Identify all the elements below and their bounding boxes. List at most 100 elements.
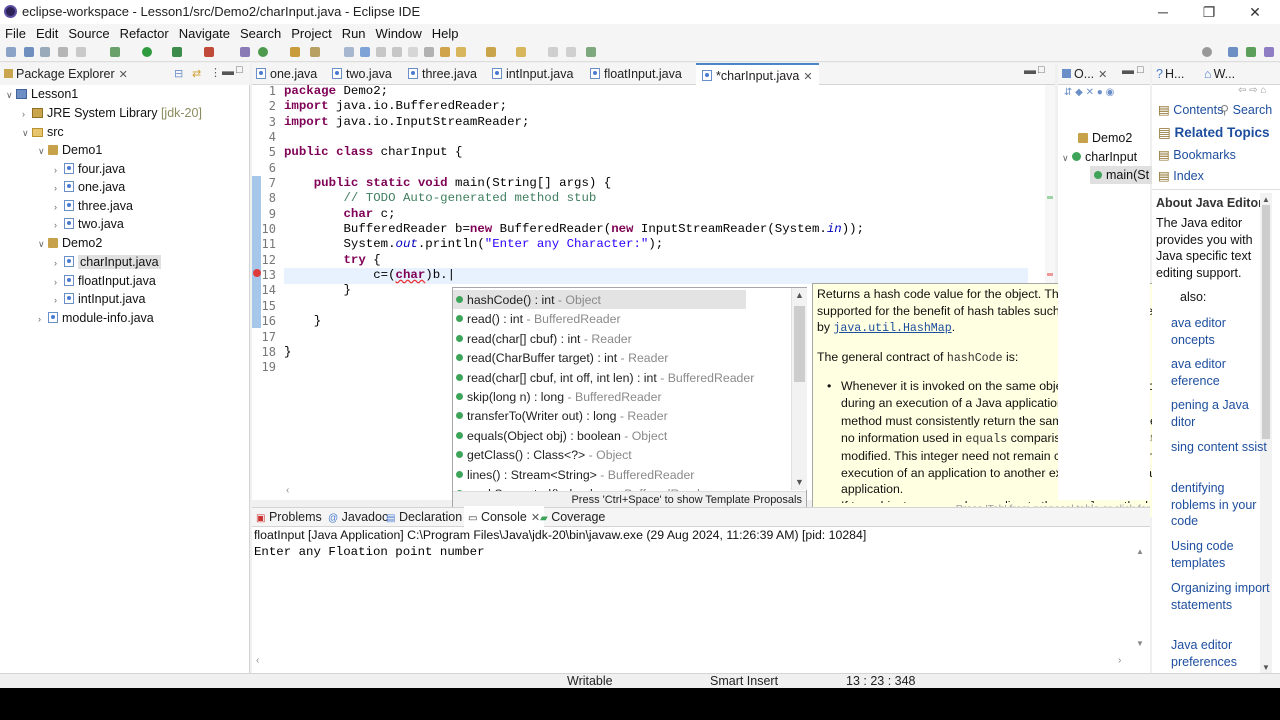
outline-toolbar-icons[interactable]: ⇵ ◆ ✕ ● ◉: [1064, 87, 1114, 98]
terminal-icon[interactable]: [76, 47, 86, 57]
menu-help[interactable]: Help: [427, 24, 464, 41]
tree-item-src[interactable]: ∨ src: [22, 123, 64, 141]
editor-hscroll[interactable]: ‹: [252, 485, 452, 498]
tab-javadoc[interactable]: @ Javadoc: [328, 506, 388, 528]
minimize-button[interactable]: ─: [1140, 0, 1186, 24]
open-type-icon[interactable]: [290, 47, 300, 57]
menu-edit[interactable]: Edit: [31, 24, 63, 41]
proposal-item[interactable]: lines() : Stream<String> - BufferedReade…: [456, 466, 694, 485]
menu-refactor[interactable]: Refactor: [115, 24, 174, 41]
help-search-link[interactable]: ⚲ Search: [1220, 102, 1272, 117]
tab-two-java[interactable]: two.java: [332, 63, 392, 85]
tree-item-lesson1[interactable]: ∨ Lesson1: [6, 85, 78, 103]
back-icon[interactable]: [486, 47, 496, 57]
mark-occurrences-icon[interactable]: [344, 47, 354, 57]
proposal-item[interactable]: read(char[] cbuf) : int - Reader: [456, 330, 632, 349]
menu-window[interactable]: Window: [371, 24, 427, 41]
tab-one-java[interactable]: one.java: [256, 63, 317, 85]
coverage-icon[interactable]: [172, 47, 182, 57]
next-annotation-icon[interactable]: [424, 47, 434, 57]
tree-item-two-java[interactable]: › two.java: [54, 215, 124, 233]
help-link-editor-reference[interactable]: ava editor eference: [1171, 356, 1271, 389]
tab-welcome[interactable]: ⌂ W...: [1204, 63, 1235, 85]
block-selection-icon[interactable]: [376, 47, 386, 57]
tab-coverage[interactable]: ▰ Coverage: [540, 506, 605, 528]
tab-three-java[interactable]: three.java: [408, 63, 477, 85]
outline-item-demo2[interactable]: Demo2: [1078, 129, 1132, 147]
pilcrow-icon[interactable]: [408, 47, 418, 57]
maximize-button[interactable]: ❐: [1186, 0, 1232, 24]
tab-problems[interactable]: ▣ Problems: [256, 506, 322, 528]
help-link-opening-editor[interactable]: pening a Java ditor: [1171, 397, 1271, 430]
proposal-item[interactable]: equals(Object obj) : boolean - Object: [456, 427, 667, 446]
perspective-debug-icon[interactable]: [1246, 47, 1256, 57]
tree-item-demo1[interactable]: ∨ Demo1: [38, 141, 102, 159]
scroll-up-icon[interactable]: ▲: [1136, 547, 1144, 556]
menu-source[interactable]: Source: [63, 24, 114, 41]
console-output[interactable]: Enter any Floation point number: [254, 545, 485, 559]
proposal-scrollbar[interactable]: ▲ ▼: [791, 288, 807, 490]
print-icon[interactable]: [58, 47, 68, 57]
help-related-topics[interactable]: ▤ Related Topics: [1158, 125, 1270, 141]
back-arrow-icon[interactable]: [548, 47, 558, 57]
close-icon[interactable]: ✕: [119, 69, 128, 81]
save-all-icon[interactable]: [40, 47, 50, 57]
proposal-item[interactable]: read(CharBuffer target) : int - Reader: [456, 349, 668, 368]
tree-item-module-info[interactable]: › module-info.java: [38, 309, 154, 327]
scrollbar-thumb[interactable]: [794, 306, 805, 382]
help-index-link[interactable]: ▤ Index: [1158, 168, 1204, 183]
last-edit-icon[interactable]: [456, 47, 466, 57]
outline-item-charinput[interactable]: ∨ charInput: [1062, 148, 1137, 166]
close-icon[interactable]: ✕: [803, 71, 812, 83]
minimize-view-icon[interactable]: ▬: [222, 64, 234, 78]
menu-navigate[interactable]: Navigate: [174, 24, 235, 41]
new-package-icon[interactable]: [258, 47, 268, 57]
help-link-editor-preferences[interactable]: Java editor preferences: [1171, 637, 1271, 670]
new-icon[interactable]: [6, 47, 16, 57]
proposal-item[interactable]: skip(long n) : long - BufferedReader: [456, 388, 662, 407]
external-tools-icon[interactable]: [204, 47, 214, 57]
tree-item-one-java[interactable]: › one.java: [54, 178, 125, 196]
perspective-java-icon[interactable]: [1228, 47, 1238, 57]
previous-annotation-icon[interactable]: [440, 47, 450, 57]
proposal-item[interactable]: hashCode() : int - Object: [456, 291, 601, 310]
proposal-item[interactable]: transferTo(Writer out) : long - Reader: [456, 407, 668, 426]
tab-intinput-java[interactable]: intInput.java: [492, 63, 573, 85]
scroll-left-icon[interactable]: ‹: [256, 655, 259, 666]
tree-item-three-java[interactable]: › three.java: [54, 197, 133, 215]
new-java-project-icon[interactable]: [240, 47, 250, 57]
forward-arrow-icon[interactable]: [566, 47, 576, 57]
tree-item-demo2[interactable]: ∨ Demo2: [38, 234, 102, 252]
javadoc-link[interactable]: java.util.HashMap: [833, 322, 951, 335]
pin-editor-icon[interactable]: [586, 47, 596, 57]
tree-item-four-java[interactable]: › four.java: [54, 160, 125, 178]
help-link-content-assist[interactable]: sing content ssist: [1171, 439, 1271, 456]
tree-item-floatinput-java[interactable]: › floatInput.java: [54, 272, 156, 290]
perspective-other-icon[interactable]: [1264, 47, 1274, 57]
tree-item-intinput-java[interactable]: › intInput.java: [54, 290, 145, 308]
help-link-editor-concepts[interactable]: ava editor oncepts: [1171, 315, 1271, 348]
proposal-item[interactable]: read(char[] cbuf, int off, int len) : in…: [456, 369, 754, 388]
proposal-item[interactable]: read() : int - BufferedReader: [456, 310, 621, 329]
tab-package-explorer[interactable]: Package Explorer ✕: [4, 63, 128, 85]
menu-file[interactable]: File: [0, 24, 31, 41]
minimize-editor-icon[interactable]: ▬: [1024, 63, 1036, 77]
scroll-right-icon[interactable]: ›: [1118, 655, 1121, 666]
proposal-item[interactable]: getClass() : Class<?> - Object: [456, 446, 632, 465]
help-nav-icons[interactable]: ⇦ ⇨ ⌂: [1238, 85, 1266, 96]
run-icon[interactable]: [142, 47, 152, 57]
close-icon[interactable]: ✕: [531, 512, 540, 524]
help-link-code-templates[interactable]: Using code templates: [1171, 538, 1271, 571]
tree-item-charinput-java[interactable]: › charInput.java: [54, 253, 161, 271]
menu-search[interactable]: Search: [235, 24, 286, 41]
close-window-button[interactable]: ✕: [1232, 0, 1278, 24]
search-toolbar-icon[interactable]: [310, 47, 320, 57]
maximize-editor-icon[interactable]: □: [1038, 64, 1045, 76]
tab-outline[interactable]: O... ✕: [1062, 63, 1107, 85]
debug-icon[interactable]: [110, 47, 120, 57]
close-icon[interactable]: ✕: [1098, 69, 1107, 81]
scroll-down-icon[interactable]: ▼: [1136, 639, 1144, 648]
tab-floatinput-java[interactable]: floatInput.java: [590, 63, 682, 85]
save-icon[interactable]: [24, 47, 34, 57]
help-bookmarks-link[interactable]: ▤ Bookmarks: [1158, 147, 1236, 162]
